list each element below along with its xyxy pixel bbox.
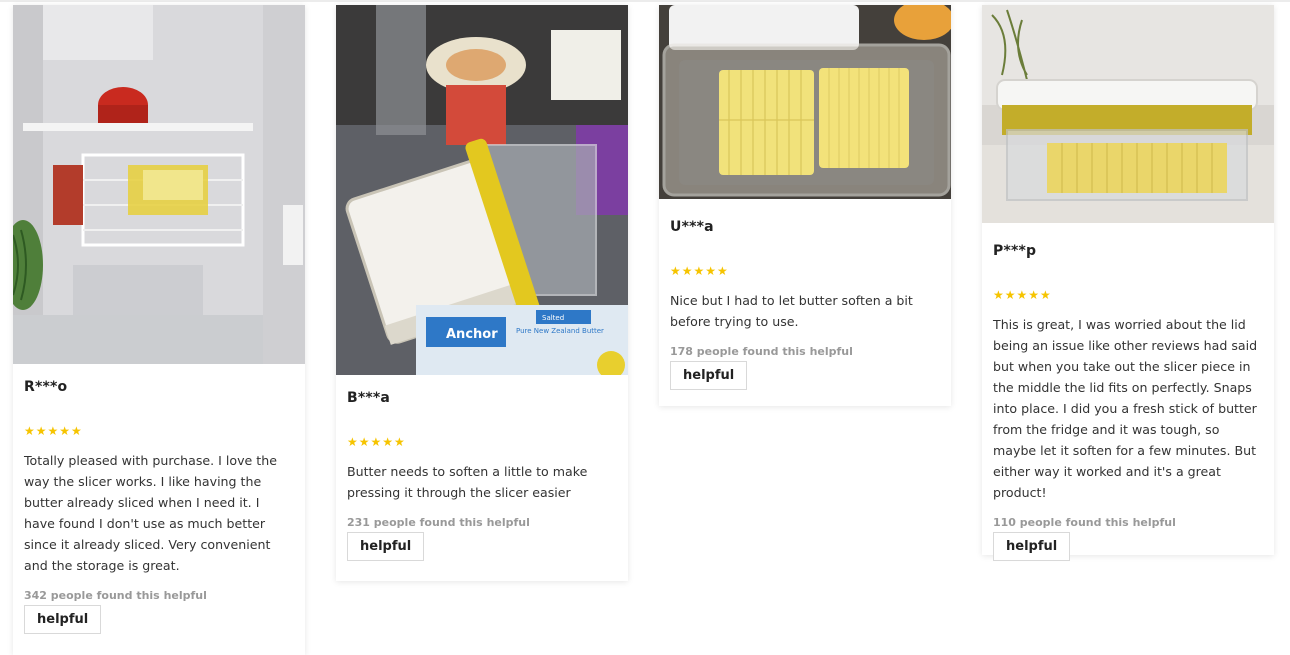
helpful-button[interactable]: helpful <box>347 532 425 561</box>
review-photo-butter-dish[interactable] <box>659 5 951 199</box>
helpful-count: 231 people found this helpful <box>347 516 530 529</box>
star-rating: ★★★★★ <box>347 435 406 449</box>
review-author: R***o <box>24 379 68 395</box>
photo-product-text: Pure New Zealand Butter <box>516 327 604 335</box>
helpful-button[interactable]: helpful <box>24 605 102 634</box>
review-photo-countertop[interactable]: Anchor Pure New Zealand Butter Salted <box>336 5 628 375</box>
review-card-4: P***p ★★★★★ This is great, I was worried… <box>982 5 1274 561</box>
review-photo-fridge[interactable] <box>13 5 305 364</box>
star-rating: ★★★★★ <box>993 288 1052 302</box>
star-rating: ★★★★★ <box>670 264 729 278</box>
photo-variant-text: Salted <box>542 314 564 322</box>
review-card-3: U***a ★★★★★ Nice but I had to let butter… <box>659 5 951 406</box>
review-card-1: R***o ★★★★★ Totally pleased with purchas… <box>13 5 305 655</box>
review-author: P***p <box>993 243 1037 259</box>
review-photo-container[interactable] <box>982 5 1274 223</box>
top-divider <box>0 0 1290 2</box>
helpful-button[interactable]: helpful <box>670 361 748 390</box>
review-text: Totally pleased with purchase. I love th… <box>24 453 277 573</box>
helpful-count: 110 people found this helpful <box>993 516 1176 529</box>
review-text: Nice but I had to let butter soften a bi… <box>670 293 913 329</box>
helpful-count: 342 people found this helpful <box>24 589 207 602</box>
review-text: Butter needs to soften a little to make … <box>347 464 588 500</box>
review-card-2: Anchor Pure New Zealand Butter Salted B*… <box>336 5 628 581</box>
review-author: B***a <box>347 390 391 406</box>
photo-brand-text: Anchor <box>446 327 498 342</box>
helpful-button[interactable]: helpful <box>993 532 1071 561</box>
helpful-count: 178 people found this helpful <box>670 345 853 358</box>
star-rating: ★★★★★ <box>24 424 83 438</box>
review-author: U***a <box>670 219 714 235</box>
review-text: This is great, I was worried about the l… <box>993 317 1258 500</box>
